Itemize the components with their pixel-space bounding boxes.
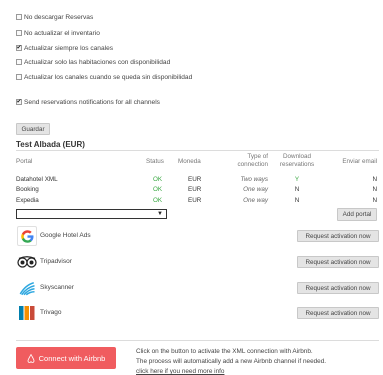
provider-name: Skyscanner [40, 284, 74, 291]
header-connection-type-line2: connection [237, 161, 268, 168]
option-label: No actualizar el inventario [24, 29, 100, 37]
header-download-line2: reservations [279, 161, 315, 168]
checkbox[interactable] [16, 14, 22, 20]
row-currency: EUR [188, 186, 202, 193]
row-connection: Two ways [240, 176, 268, 183]
option-update-only-available-rooms[interactable]: Actualizar solo las habitaciones con dis… [16, 57, 170, 67]
option-no-download-reservations[interactable]: No descargar Reservas [16, 12, 93, 22]
airbnb-info-link[interactable]: click here if you need more info [136, 368, 224, 375]
row-portal: Datahotel XML [16, 176, 58, 183]
request-activation-button[interactable]: Request activation now [297, 230, 379, 242]
provider-name: Google Hotel Ads [40, 232, 91, 239]
row-currency: EUR [188, 176, 202, 183]
row-portal: Expedia [16, 197, 39, 204]
header-currency: Moneda [178, 158, 201, 165]
option-send-notifications[interactable]: ✔ Send reservations notifications for al… [16, 97, 160, 107]
connect-airbnb-button[interactable]: Connect with Airbnb [16, 347, 116, 369]
google-icon [17, 226, 37, 246]
checkbox[interactable] [16, 74, 22, 80]
header-connection-type: Type of connection [225, 153, 268, 169]
header-connection-type-line1: Type of [247, 153, 268, 160]
section-title: Test Albada (EUR) [16, 140, 85, 149]
option-always-update-channels[interactable]: ✔ Actualizar siempre los canales [16, 43, 113, 53]
row-connection: One way [243, 186, 268, 193]
skyscanner-icon [17, 278, 37, 298]
header-status: Status [146, 158, 164, 165]
divider [16, 340, 379, 341]
chevron-down-icon: ▼ [157, 211, 163, 217]
row-download: N [294, 197, 300, 204]
airbnb-info-line2: The process will automatically add a new… [136, 358, 327, 365]
add-portal-button[interactable]: Add portal [337, 208, 377, 221]
row-download: N [294, 186, 300, 193]
checkbox-checked[interactable]: ✔ [16, 99, 22, 105]
header-send-email: Enviar email [342, 158, 377, 165]
checkbox[interactable] [16, 30, 22, 36]
option-label: Send reservations notifications for all … [24, 98, 160, 106]
row-currency: EUR [188, 197, 202, 204]
row-email: N [372, 176, 377, 183]
option-label: Actualizar solo las habitaciones con dis… [24, 58, 171, 66]
row-email: N [372, 197, 377, 204]
header-download-reservations: Download reservations [272, 153, 322, 169]
row-portal: Booking [16, 186, 39, 193]
provider-name: Tripadvisor [40, 258, 72, 265]
row-status: OK [153, 176, 163, 183]
option-label: Actualizar siempre los canales [24, 44, 114, 52]
row-download: Y [294, 176, 300, 183]
request-activation-button[interactable]: Request activation now [297, 282, 379, 294]
row-status: OK [153, 197, 163, 204]
option-label: Actualizar los canales cuando se queda s… [24, 73, 193, 81]
trivago-icon [17, 303, 37, 323]
option-update-when-no-availability[interactable]: Actualizar los canales cuando se queda s… [16, 72, 192, 82]
airbnb-button-label: Connect with Airbnb [38, 353, 106, 363]
airbnb-info-line1: Click on the button to activate the XML … [136, 348, 313, 355]
header-portal: Portal [16, 158, 33, 165]
provider-name: Trivago [40, 309, 62, 316]
header-download-line1: Download [282, 153, 311, 160]
request-activation-button[interactable]: Request activation now [297, 307, 379, 319]
provider-row-trivago: Trivago Request activation now [16, 299, 379, 329]
airbnb-icon [27, 353, 35, 363]
save-button[interactable]: Guardar [16, 123, 50, 135]
tripadvisor-icon [17, 252, 37, 272]
row-connection: One way [243, 197, 268, 204]
portal-select[interactable]: ▼ [16, 209, 167, 219]
checkbox-checked[interactable]: ✔ [16, 45, 22, 51]
request-activation-button[interactable]: Request activation now [297, 256, 379, 268]
row-status: OK [153, 186, 163, 193]
divider [16, 150, 379, 151]
option-no-update-inventory[interactable]: No actualizar el inventario [16, 28, 100, 38]
option-label: No descargar Reservas [24, 13, 94, 21]
row-email: N [372, 186, 377, 193]
checkbox[interactable] [16, 59, 22, 65]
